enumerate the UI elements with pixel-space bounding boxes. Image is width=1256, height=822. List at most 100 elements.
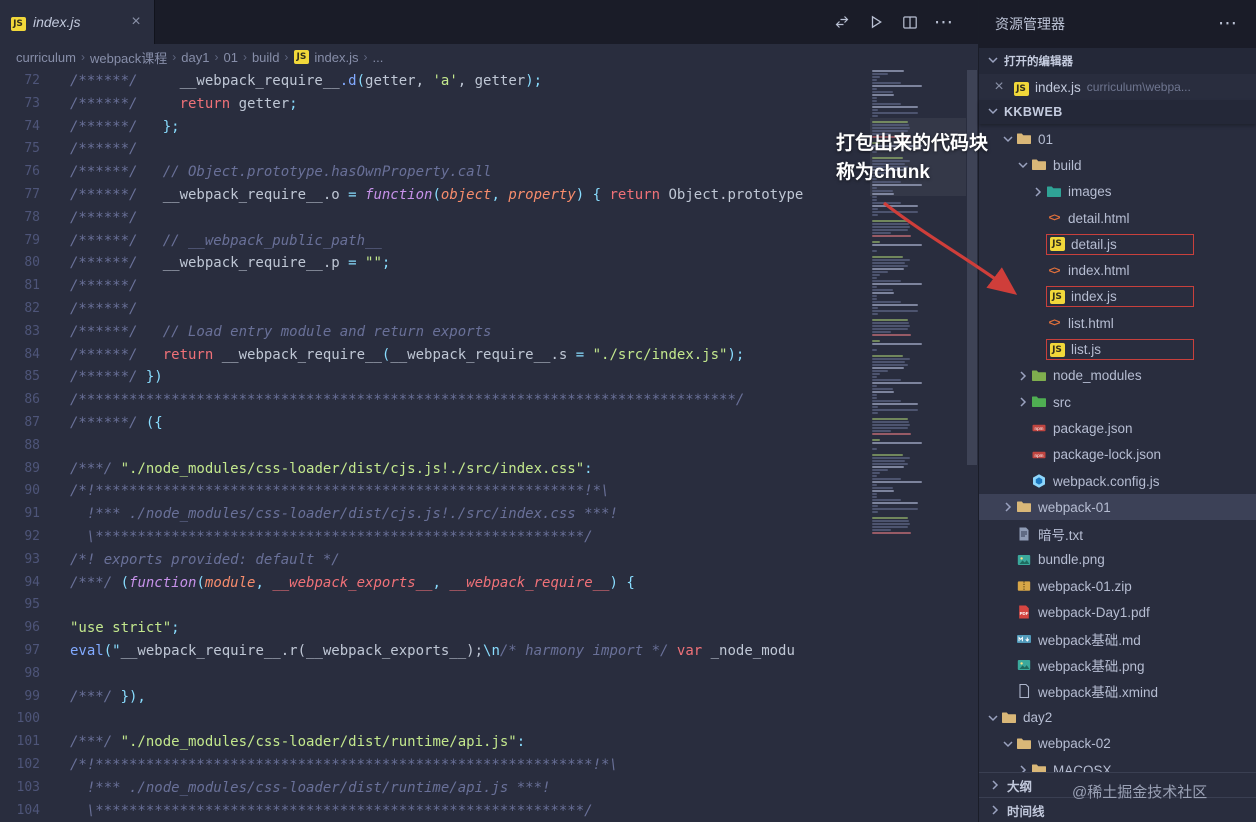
tree-item-list-html[interactable]: <> list.html (979, 310, 1256, 336)
tree-item-detail-html[interactable]: <> detail.html (979, 205, 1256, 231)
code-line[interactable]: 95 (0, 594, 978, 617)
split-editor-icon[interactable] (902, 14, 918, 30)
breadcrumb-item[interactable]: build (252, 50, 279, 65)
editor[interactable]: 72 /******/ __webpack_require__.d(getter,… (0, 70, 978, 822)
breadcrumb-item[interactable]: JS index.js (293, 49, 359, 65)
code-line[interactable]: 75 /******/ (0, 138, 978, 161)
tree-item-index-html[interactable]: <> index.html (979, 257, 1256, 283)
code-line[interactable]: 90 /*!***********************************… (0, 480, 978, 503)
folder-icon (1031, 157, 1047, 173)
annotation-text: 打包出来的代码块 称为chunk (836, 130, 988, 187)
line-number: 95 (24, 597, 40, 613)
code-line[interactable]: 92 \************************************… (0, 526, 978, 549)
code-line[interactable]: 82 /******/ (0, 298, 978, 321)
tree-item-package-lock-json[interactable]: npm package-lock.json (979, 442, 1256, 468)
workspace-header[interactable]: KKBWEB (979, 100, 1256, 124)
code-line[interactable]: 73 /******/ return getter; (0, 93, 978, 116)
tree-item-content: webpack-02 (1016, 733, 1111, 754)
tree-item-webpack-01-zip[interactable]: webpack-01.zip (979, 573, 1256, 599)
code-line[interactable]: 74 /******/ }; (0, 116, 978, 139)
code-line[interactable]: 83 /******/ // Load entry module and retu… (0, 321, 978, 344)
tree-item-content: npm package.json (1031, 418, 1133, 439)
tree-item-webpack-02[interactable]: webpack-02 (979, 731, 1256, 757)
code-text: /*!*************************************… (70, 756, 618, 773)
tree-item-webpack-config-js[interactable]: webpack.config.js (979, 468, 1256, 494)
code-line[interactable]: 96 "use strict"; (0, 617, 978, 640)
tab-index-js[interactable]: JS index.js × (0, 0, 155, 44)
code-line[interactable]: 81 /******/ (0, 275, 978, 298)
code-text: \***************************************… (70, 802, 593, 819)
tree-item-src[interactable]: src (979, 389, 1256, 415)
npm-icon: npm (1031, 447, 1047, 463)
folder-icon (1016, 499, 1032, 515)
chevron-right-icon (1015, 394, 1031, 410)
close-icon[interactable]: × (128, 14, 144, 30)
code-line[interactable]: 72 /******/ __webpack_require__.d(getter,… (0, 70, 978, 93)
code-line[interactable]: 91 !*** ./node_modules/css-loader/dist/c… (0, 503, 978, 526)
file-tree: 01 build images <> detail.html JS detail.js <> i… (979, 124, 1256, 772)
code-line[interactable]: 89 /***/ "./node_modules/css-loader/dist/… (0, 458, 978, 481)
code-line[interactable]: 86 /*************************************… (0, 389, 978, 412)
breadcrumb-item[interactable]: curriculum (16, 50, 76, 65)
close-icon[interactable]: × (991, 79, 1007, 95)
line-number: 72 (24, 73, 40, 88)
tree-item-index-js[interactable]: JS index.js (979, 284, 1256, 310)
code-line[interactable]: 84 /******/ return __webpack_require__(__… (0, 344, 978, 367)
tree-item-bundle-png[interactable]: bundle.png (979, 547, 1256, 573)
line-number: 98 (24, 665, 40, 681)
code-line[interactable]: 101 /***/ "./node_modules/css-loader/dist… (0, 731, 978, 754)
tree-item-list-js[interactable]: JS list.js (979, 336, 1256, 362)
code-text: !*** ./node_modules/css-loader/dist/runt… (70, 779, 551, 796)
tree-item-content: src (1031, 392, 1071, 413)
breadcrumb-item[interactable]: webpack课程 (90, 48, 167, 67)
tree-item-webpack-md[interactable]: webpack基础.md (979, 626, 1256, 652)
tree-item-webpack-png[interactable]: webpack基础.png (979, 652, 1256, 678)
code-line[interactable]: 78 /******/ (0, 207, 978, 230)
tree-item-node-modules[interactable]: node_modules (979, 363, 1256, 389)
code-line[interactable]: 88 (0, 435, 978, 458)
code-line[interactable]: 104 \***********************************… (0, 800, 978, 822)
code-line[interactable]: 80 /******/ __webpack_require__.p = ""; (0, 252, 978, 275)
breadcrumb-item[interactable]: day1 (181, 50, 209, 65)
code-lines: 72 /******/ __webpack_require__.d(getter,… (0, 70, 978, 822)
folder-icon (1001, 710, 1017, 726)
run-icon[interactable] (868, 14, 884, 30)
tree-item-txt[interactable]: 暗号.txt (979, 520, 1256, 546)
code-line[interactable]: 76 /******/ // Object.prototype.hasOwnPro… (0, 161, 978, 184)
tree-item-detail-js[interactable]: JS detail.js (979, 231, 1256, 257)
more-actions-icon[interactable]: ⋯ (934, 13, 953, 32)
more-actions-icon[interactable]: ⋯ (1218, 14, 1237, 33)
tree-item-webpack-xmind[interactable]: webpack基础.xmind (979, 678, 1256, 704)
breadcrumb-item[interactable]: 01 (223, 50, 237, 65)
tree-item-webpack-01[interactable]: webpack-01 (979, 494, 1256, 521)
tree-item-macosx[interactable]: MACOSX (979, 757, 1256, 772)
code-line[interactable]: 100 (0, 708, 978, 731)
code-line[interactable]: 85 /******/ }) (0, 366, 978, 389)
tree-item-webpack-day1-pdf[interactable]: PDF webpack-Day1.pdf (979, 599, 1256, 625)
tree-item-images[interactable]: images (979, 179, 1256, 205)
tree-item-label: webpack-02 (1038, 736, 1111, 752)
code-line[interactable]: 77 /******/ __webpack_require__.o = funct… (0, 184, 978, 207)
tree-item-build[interactable]: build (979, 152, 1256, 178)
tree-item-01[interactable]: 01 (979, 126, 1256, 152)
code-line[interactable]: 97 eval("__webpack_require__.r(__webpack_… (0, 640, 978, 663)
open-changes-icon[interactable] (834, 14, 850, 30)
code-line[interactable]: 99 /***/ }), (0, 686, 978, 709)
code-line[interactable]: 94 /***/ (function(module, __webpack_expo… (0, 572, 978, 595)
code-line[interactable]: 103 !*** ./node_modules/css-loader/dist/… (0, 777, 978, 800)
code-line[interactable]: 79 /******/ // __webpack_public_path__ (0, 230, 978, 253)
code-text: /******/ (70, 278, 138, 295)
code-line[interactable]: 102 /*!**********************************… (0, 754, 978, 777)
code-line[interactable]: 98 (0, 663, 978, 686)
open-editor-item[interactable]: × JS index.js curriculum\webpa... (979, 74, 1256, 100)
code-line[interactable]: 87 /******/ ({ (0, 412, 978, 435)
open-editors-header[interactable]: 打开的编辑器 (979, 48, 1256, 74)
code-line[interactable]: 93 /*! exports provided: default */ (0, 549, 978, 572)
tree-item-day2[interactable]: day2 (979, 705, 1256, 731)
line-number: 75 (24, 141, 40, 157)
breadcrumb-label: day1 (181, 49, 210, 65)
editor-actions: ⋯ (834, 0, 978, 44)
tree-item-label: images (1068, 184, 1112, 200)
breadcrumb-item[interactable]: ... (373, 50, 384, 65)
tree-item-package-json[interactable]: npm package.json (979, 415, 1256, 441)
